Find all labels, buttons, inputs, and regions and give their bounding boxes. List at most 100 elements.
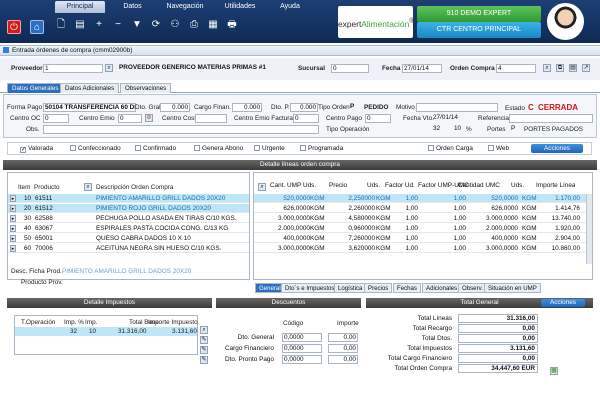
subtab-2[interactable]: Logística bbox=[334, 283, 367, 293]
check-programada[interactable]: Programada bbox=[300, 145, 343, 152]
check-genera-abono[interactable]: Genera Abono bbox=[194, 145, 243, 152]
menu-navegacion[interactable]: Navegación bbox=[160, 1, 210, 13]
forma-pago-input[interactable]: 50104 TRANSFERENCIA 60 DI bbox=[43, 103, 136, 112]
total-acciones-button[interactable]: Acciones bbox=[541, 299, 585, 307]
search-product-icon[interactable]: ⌕ bbox=[84, 183, 92, 191]
checkbox-icon[interactable] bbox=[70, 145, 76, 151]
row-handle-icon[interactable]: ▸ bbox=[10, 235, 16, 242]
proveedor-code-input[interactable]: 1 bbox=[43, 64, 103, 73]
avatar[interactable] bbox=[547, 3, 584, 40]
fecha-input[interactable]: 27/01/14 bbox=[402, 64, 442, 73]
menu-principal[interactable]: Principal bbox=[55, 1, 105, 13]
tab-datos-adicionales[interactable]: Datos Adicionales bbox=[60, 83, 120, 93]
dto-gral-input[interactable]: 0.000 bbox=[160, 103, 190, 112]
cell: 626,0000 bbox=[283, 205, 310, 212]
print-preview-icon[interactable]: ⎙ bbox=[186, 17, 202, 33]
subtab-3[interactable]: Precios bbox=[364, 283, 393, 293]
centro-oc-input[interactable]: 0 bbox=[43, 114, 69, 123]
item-cell: 10 bbox=[24, 195, 32, 202]
checkbox-icon[interactable] bbox=[135, 145, 141, 151]
centro-pago-label: Centro Pago bbox=[326, 115, 362, 122]
checkbox-icon[interactable]: ✓ bbox=[20, 147, 26, 153]
sucursal-input[interactable]: 0 bbox=[331, 64, 369, 73]
edit2-tax-icon[interactable]: ✎ bbox=[200, 346, 208, 354]
filter-icon[interactable]: ▼ bbox=[129, 17, 145, 33]
search-icon[interactable]: ⌕ bbox=[105, 64, 113, 72]
add-icon[interactable]: + bbox=[91, 17, 107, 33]
subtab-5[interactable]: Adicionales bbox=[422, 283, 462, 293]
copy-icon[interactable]: ⧉ bbox=[556, 64, 564, 72]
check-valorada[interactable]: ✓ Valorada bbox=[20, 145, 53, 153]
power-icon[interactable]: ⏻ bbox=[7, 20, 21, 34]
descuento-codigo-input[interactable]: 0,0000 bbox=[282, 333, 322, 342]
checkbox-icon[interactable] bbox=[428, 145, 434, 151]
home-icon[interactable]: ⌂ bbox=[30, 20, 44, 34]
subtab-4[interactable]: Fechas bbox=[393, 283, 421, 293]
acciones-button[interactable]: Acciones bbox=[531, 144, 583, 153]
motivo-input[interactable] bbox=[416, 103, 498, 112]
centro-coste-input[interactable] bbox=[195, 114, 227, 123]
descuento-importe-input[interactable]: 0,00 bbox=[328, 344, 358, 353]
descuento-codigo-input[interactable]: 0,0000 bbox=[282, 355, 322, 364]
portes-code[interactable]: P bbox=[510, 125, 520, 134]
export-icon[interactable]: ↗ bbox=[582, 64, 590, 72]
row-handle-icon[interactable]: ▸ bbox=[10, 245, 16, 252]
check-web[interactable]: Web bbox=[488, 145, 509, 152]
grid-icon[interactable]: ▦ bbox=[205, 17, 221, 33]
tipo-op-a[interactable]: 32 bbox=[432, 125, 450, 134]
row-handle-icon[interactable]: ▸ bbox=[10, 205, 16, 212]
checkbox-icon[interactable] bbox=[488, 145, 494, 151]
centro-coste-label: Centro Coste bbox=[162, 115, 200, 122]
descuento-importe-input[interactable]: 0,00 bbox=[328, 355, 358, 364]
subtab-6[interactable]: Observ. bbox=[458, 283, 487, 293]
checkbox-icon[interactable] bbox=[194, 145, 200, 151]
row-handle-icon[interactable]: ▸ bbox=[10, 215, 16, 222]
descuento-codigo-input[interactable]: 0,0000 bbox=[282, 344, 322, 353]
print-icon[interactable]: 🖶 bbox=[224, 17, 240, 33]
menu-ayuda[interactable]: Ayuda bbox=[270, 1, 310, 13]
fecha-vto-input[interactable]: 27/01/14 bbox=[432, 114, 470, 123]
cargo-input[interactable]: 0.000 bbox=[232, 103, 262, 112]
company-badge[interactable]: 910 DEMO EXPERT bbox=[417, 6, 541, 22]
row-handle-icon[interactable]: ▸ bbox=[10, 195, 16, 202]
subtab-1[interactable]: Dto´s e Impuestos bbox=[281, 283, 339, 293]
edit-tax-icon[interactable]: ✎ bbox=[200, 336, 208, 344]
tab-observaciones[interactable]: Observaciones bbox=[120, 83, 172, 93]
obs-input[interactable] bbox=[43, 125, 319, 134]
check-confeccionado[interactable]: Confeccionado bbox=[70, 145, 121, 152]
centro-emio-input[interactable]: 0 bbox=[118, 114, 142, 123]
centro-emio-fact-input[interactable]: 0 bbox=[293, 114, 319, 123]
checkbox-icon[interactable] bbox=[300, 145, 306, 151]
orden-input[interactable]: 4 bbox=[496, 64, 536, 73]
subtab-7[interactable]: Situación en UMP bbox=[484, 283, 541, 293]
edit3-tax-icon[interactable]: ✎ bbox=[200, 356, 208, 364]
center-badge[interactable]: CTR CENTRO PRINCIPAL bbox=[417, 22, 541, 38]
remove-icon[interactable]: − bbox=[110, 17, 126, 33]
list-icon[interactable]: ▤ bbox=[72, 17, 88, 33]
search-tax-icon[interactable]: ⌕ bbox=[200, 326, 208, 334]
search-lines-icon[interactable]: ⌕ bbox=[258, 183, 266, 191]
centro-pago-input[interactable]: 0 bbox=[365, 114, 391, 123]
tipo-orden-code[interactable]: P bbox=[349, 103, 359, 112]
scrollbar[interactable] bbox=[586, 194, 592, 264]
descuento-importe-input[interactable]: 0,00 bbox=[328, 333, 358, 342]
link-icon[interactable]: ⚇ bbox=[167, 17, 183, 33]
referencia-input[interactable] bbox=[509, 114, 593, 123]
tab-datos-generales[interactable]: Datos Generales bbox=[7, 83, 64, 93]
link-centro-icon[interactable]: ⊘ bbox=[145, 114, 153, 122]
dto-pp-input[interactable]: 0.000 bbox=[290, 103, 318, 112]
check-confirmado[interactable]: Confirmado bbox=[135, 145, 176, 152]
check-urgente[interactable]: Urgente bbox=[254, 145, 285, 152]
checkbox-icon[interactable] bbox=[254, 145, 260, 151]
check-orden-carga[interactable]: Orden Carga bbox=[428, 145, 473, 152]
row-handle-icon[interactable]: ▸ bbox=[10, 225, 16, 232]
search-order-icon[interactable]: ⌕ bbox=[543, 64, 551, 72]
print-order-icon[interactable]: ▤ bbox=[569, 64, 577, 72]
tipo-op-b[interactable]: 10 bbox=[453, 125, 466, 134]
excel-icon[interactable]: ▦ bbox=[550, 367, 558, 375]
table-row[interactable] bbox=[15, 327, 197, 336]
new-document-icon[interactable]: 🗋 bbox=[53, 17, 69, 33]
menu-datos[interactable]: Datos bbox=[110, 1, 155, 13]
menu-utilidades[interactable]: Utilidades bbox=[215, 1, 265, 13]
refresh-icon[interactable]: ⟳ bbox=[148, 17, 164, 33]
